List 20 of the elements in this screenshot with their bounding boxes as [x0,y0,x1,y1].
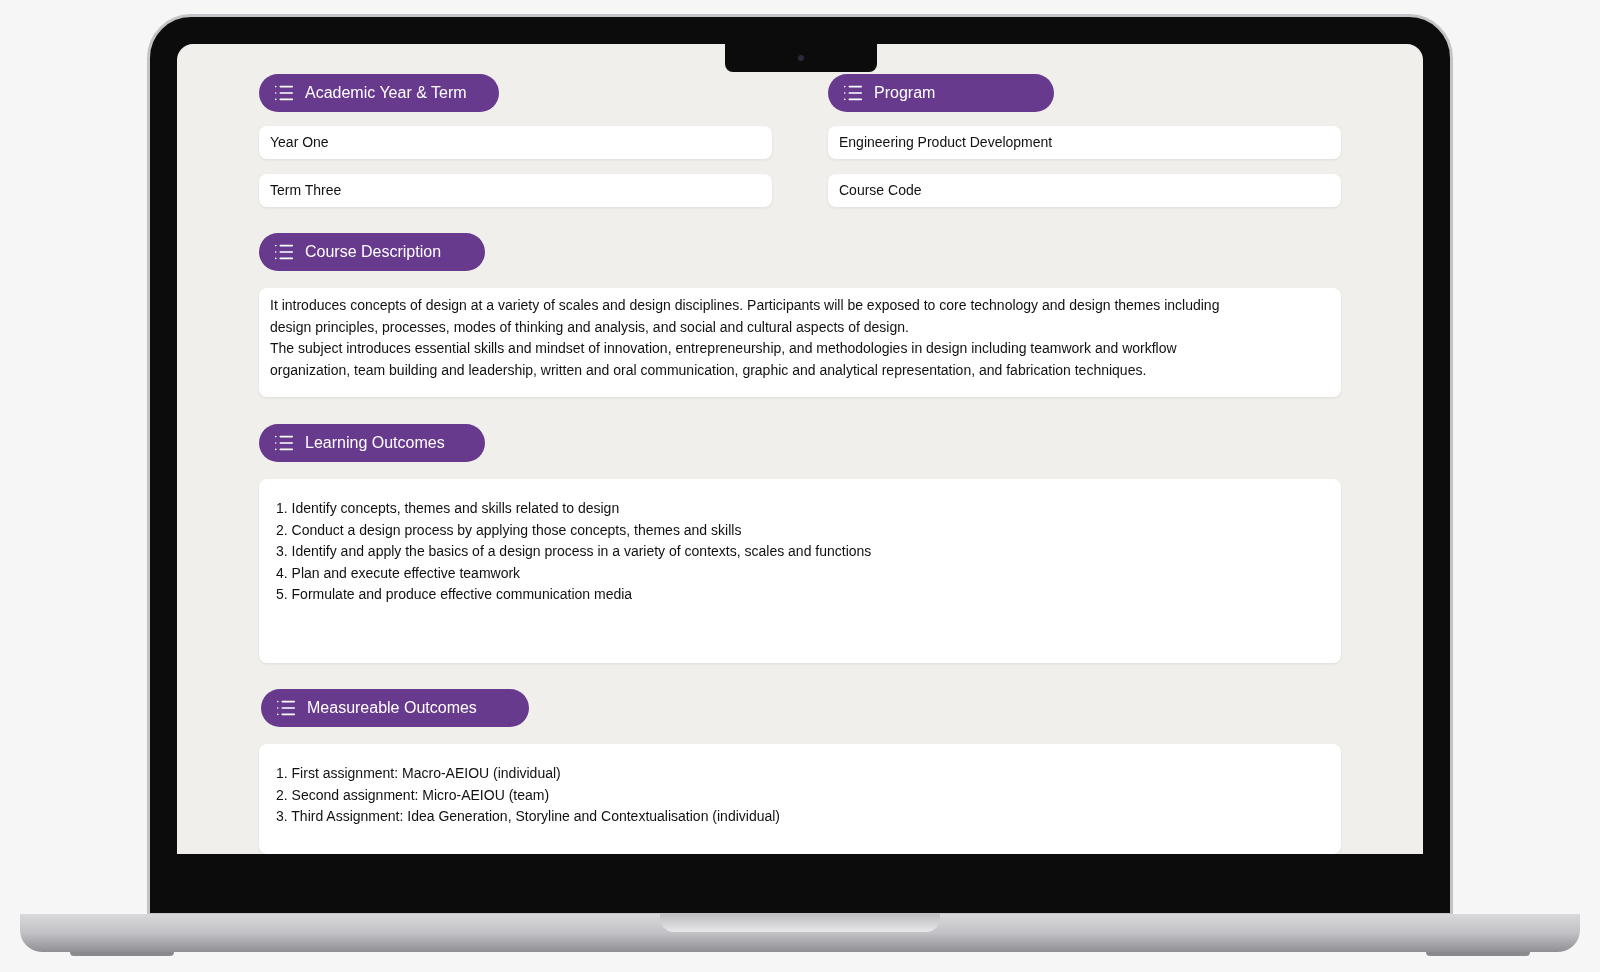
field-value: Engineering Product Development [828,126,1341,159]
field-value: Course Code [828,174,1341,207]
camera-icon [798,55,804,61]
section-heading: Measureable Outcomes [261,689,529,728]
section-heading: Course Description [259,233,485,271]
section-heading: Learning Outcomes [259,424,485,463]
field-value: Term Three [259,174,772,207]
outcome-item: 5. Formulate and produce effective communication media [276,585,634,605]
outcome-item: 1. Identify concepts, themes and skills related to design [276,499,621,519]
section-heading: Academic Year & Term [259,74,499,112]
description-paragraph: The subject introduces essential skills and mindset of innovation, entrepreneurship, and methodologies in design including teamwork and workflow organization, team building and leadership, written and oral communication, graphic and analytical representation, and fabrication techniques. [270,339,1178,380]
description-paragraph: It introduces concepts of design at a variety of scales and design disciplines. Participants will be exposed to core technology and design themes including design principles, processes, modes of thinking and analysis, and social and cultural aspects of design. [270,296,1220,337]
outcome-item: 2. Second assignment: Micro-AEIOU (team) [276,785,551,805]
outcome-item: 2. Conduct a design process by applying those concepts, themes and skills [276,520,743,540]
outcome-item: 3. Identify and apply the basics of a design process in a variety of contexts, scales and functions [276,542,873,562]
section-heading: Program [828,74,1054,112]
outcome-item: 1. First assignment: Macro-AEIOU (individual) [276,764,562,784]
field-value: Year One [259,126,772,159]
outcome-item: 4. Plan and execute effective teamwork [276,563,522,583]
outcome-item: 3. Third Assignment: Idea Generation, Storyline and Contextualisation (individual) [276,807,782,827]
